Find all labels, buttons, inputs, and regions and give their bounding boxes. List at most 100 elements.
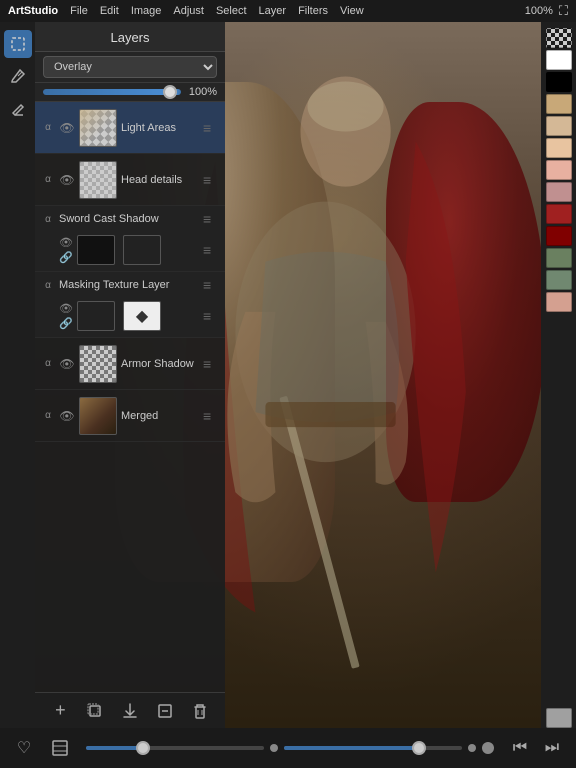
download-icon [121,702,139,720]
layer-sub-thumb-3b [123,235,161,265]
layer-merged[interactable]: α 👁 Merged ≡ [35,390,225,442]
sub-vis-icon-3[interactable]: 👁 [59,236,73,249]
sage-swatch[interactable] [546,270,572,290]
menu-bar: ArtStudio File Edit Image Adjust Select … [0,0,576,22]
opacity-slider-bottom[interactable] [284,746,462,750]
fullscreen-icon[interactable]: ⛶ [559,3,568,19]
dusty-rose-swatch[interactable] [546,182,572,202]
layer-thumb-2 [79,161,117,199]
layer-name-4: Masking Texture Layer [59,279,199,291]
menu-layer[interactable]: Layer [259,5,287,17]
layer-alpha-4: α [41,280,55,291]
skin-light-swatch[interactable] [546,94,572,114]
black-swatch[interactable] [546,72,572,92]
menu-select[interactable]: Select [216,5,247,17]
skip-back-button[interactable]: ⏮ [506,734,534,762]
eraser-icon [10,100,26,116]
layers-icon [50,738,70,758]
opacity-fill [284,746,418,750]
menu-filters[interactable]: Filters [298,5,328,17]
layer-sub-thumb-4a [77,301,115,331]
stamp-icon [156,702,174,720]
eraser-tool[interactable] [4,94,32,122]
bottom-bar: ♡ ⏮ ⏭ [0,728,576,768]
layer-vis-6[interactable]: 👁 [59,408,75,424]
layer-vis-2[interactable]: 👁 [59,172,75,188]
brush-size-slider[interactable] [86,746,264,750]
layers-title: Layers [35,22,225,52]
sub-vis-icon-4[interactable]: 👁 [59,302,73,315]
sub-link-icon-3[interactable]: 🔗 [59,251,73,264]
sub-link-icon-4[interactable]: 🔗 [59,317,73,330]
layer-head-details[interactable]: α 👁 Head details ≡ [35,154,225,206]
opacity-value: 100% [187,86,217,98]
layer-menu-6[interactable]: ≡ [203,409,219,423]
layer-menu-5[interactable]: ≡ [203,357,219,371]
dark-red-swatch[interactable] [546,204,572,224]
gray-swatch[interactable] [546,708,572,728]
download-layer-button[interactable] [116,697,144,725]
brush-size-fill [86,746,139,750]
opacity-slider[interactable] [43,89,181,95]
menu-edit[interactable]: Edit [100,5,119,17]
layer-menu-2[interactable]: ≡ [203,173,219,187]
skin-warm-swatch[interactable] [546,138,572,158]
menu-adjust[interactable]: Adjust [173,5,204,17]
menu-items: ArtStudio File Edit Image Adjust Select … [8,5,364,17]
layer-alpha-5: α [41,358,55,369]
layer-vis-1[interactable]: 👁 [59,120,75,136]
layer-armor-shadow[interactable]: α 👁 Armor Shadow ≡ [35,338,225,390]
blend-mode-select[interactable]: Overlay Normal Multiply Screen [43,56,217,78]
layer-menu-3[interactable]: ≡ [203,212,219,226]
add-layer-button[interactable]: + [46,697,74,725]
blend-mode-row: Overlay Normal Multiply Screen [35,52,225,83]
layer-thumb-6 [79,397,117,435]
layer-menu-4[interactable]: ≡ [203,278,219,292]
skip-forward-icon: ⏭ [545,739,559,757]
layer-vis-5[interactable]: 👁 [59,356,75,372]
layers-button[interactable] [46,734,74,762]
selection-tool[interactable] [4,30,32,58]
bottom-right-controls: ⏮ ⏭ [506,734,566,762]
menu-view[interactable]: View [340,5,364,17]
layer-group-header-4: α Masking Texture Layer ≡ [41,276,219,294]
left-toolbar [0,22,35,728]
maroon-swatch[interactable] [546,226,572,246]
opacity-thumb-bottom [412,741,426,755]
layer-thumb-1 [79,109,117,147]
layer-alpha-3: α [41,214,55,225]
transparent-swatch[interactable] [546,28,572,48]
layer-sub-menu-4[interactable]: ≡ [203,309,219,323]
menu-right: 100% ⛶ [525,3,568,19]
menu-image[interactable]: Image [131,5,162,17]
layer-alpha-2: α [41,174,55,185]
layer-light-areas[interactable]: α 👁 Light Areas ≡ [35,102,225,154]
layer-name-1: Light Areas [121,122,199,134]
layer-sub-menu-3[interactable]: ≡ [203,243,219,257]
bottom-slider-area [82,742,498,754]
delete-icon [191,702,209,720]
menu-file[interactable]: File [70,5,88,17]
heart-button[interactable]: ♡ [10,734,38,762]
layers-panel: Layers Overlay Normal Multiply Screen 10… [35,22,225,728]
opacity-thumb [163,85,177,99]
brush-tool[interactable] [4,62,32,90]
layers-bottom: + [35,692,225,728]
delete-layer-button[interactable] [186,697,214,725]
app-title[interactable]: ArtStudio [8,5,58,17]
olive-green-swatch[interactable] [546,248,572,268]
layer-menu-1[interactable]: ≡ [203,121,219,135]
stamp-layer-button[interactable] [151,697,179,725]
pink-skin-swatch[interactable] [546,160,572,180]
salmon-swatch[interactable] [546,292,572,312]
skip-forward-button[interactable]: ⏭ [538,734,566,762]
layers-list: α 👁 Light Areas ≡ α 👁 Head details ≡ α S… [35,102,225,692]
layer-sword-shadow[interactable]: α Sword Cast Shadow ≡ 👁 🔗 ≡ [35,206,225,272]
add-icon: + [55,700,66,721]
skin-medium-swatch[interactable] [546,116,572,136]
layer-masking-texture[interactable]: α Masking Texture Layer ≡ 👁 🔗 ◆ ≡ [35,272,225,338]
layer-group-sub-4: 👁 🔗 ◆ ≡ [41,298,219,331]
duplicate-layer-button[interactable] [81,697,109,725]
white-swatch[interactable] [546,50,572,70]
color-palette [541,22,576,728]
